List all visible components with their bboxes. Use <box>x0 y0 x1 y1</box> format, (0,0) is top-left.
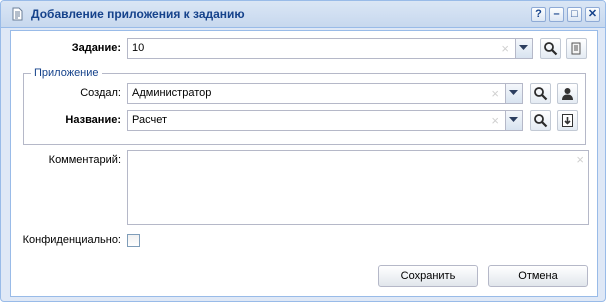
form-panel: Задание: 10 × Приложение Создал: Админис… <box>10 30 598 297</box>
search-icon <box>534 87 548 101</box>
save-button[interactable]: Сохранить <box>378 265 478 287</box>
author-combobox[interactable]: Администратор × <box>127 83 523 104</box>
author-search-button[interactable] <box>530 83 551 104</box>
attachment-legend: Приложение <box>31 67 102 79</box>
help-button[interactable]: ? <box>531 7 546 22</box>
author-clear-icon[interactable]: × <box>491 85 499 102</box>
author-label: Создал: <box>80 87 121 99</box>
search-icon <box>534 114 548 128</box>
name-search-button[interactable] <box>530 110 551 131</box>
close-button[interactable]: ✕ <box>585 7 600 22</box>
cancel-button[interactable]: Отмена <box>488 265 588 287</box>
task-clear-icon[interactable]: × <box>501 40 509 57</box>
name-combobox[interactable]: Расчет × <box>127 110 523 131</box>
confidential-label: Конфиденциально: <box>22 234 121 246</box>
task-value: 10 <box>132 42 145 54</box>
dropdown-arrow-icon <box>509 90 518 95</box>
document-icon <box>10 7 24 21</box>
author-dropdown-trigger[interactable] <box>505 84 522 103</box>
name-value: Расчет <box>132 114 167 126</box>
task-search-button[interactable] <box>540 38 561 59</box>
notes-icon <box>571 42 581 55</box>
task-combobox[interactable]: 10 × <box>127 38 533 59</box>
confidential-checkbox[interactable] <box>127 234 140 247</box>
comment-clear-icon[interactable]: × <box>576 152 584 167</box>
task-dropdown-trigger[interactable] <box>515 39 532 58</box>
author-user-button[interactable] <box>557 83 578 104</box>
name-download-button[interactable] <box>557 110 578 131</box>
author-value: Администратор <box>132 87 212 99</box>
search-icon <box>544 42 558 56</box>
dropdown-arrow-icon <box>519 45 528 50</box>
dialog-window: Добавление приложения к заданию ? – □ ✕ … <box>0 0 606 302</box>
download-icon <box>562 114 573 127</box>
name-clear-icon[interactable]: × <box>491 112 499 129</box>
maximize-button[interactable]: □ <box>567 7 582 22</box>
comment-label: Комментарий: <box>48 154 121 166</box>
name-dropdown-trigger[interactable] <box>505 111 522 130</box>
window-title: Добавление приложения к заданию <box>31 7 245 21</box>
task-notes-button[interactable] <box>566 38 587 59</box>
title-bar[interactable]: Добавление приложения к заданию ? – □ ✕ <box>1 1 605 28</box>
minimize-button[interactable]: – <box>549 7 564 22</box>
comment-textarea[interactable]: × <box>127 150 589 225</box>
task-label: Задание: <box>71 42 121 54</box>
name-label: Название: <box>65 114 121 126</box>
dropdown-arrow-icon <box>509 117 518 122</box>
user-icon <box>562 88 573 100</box>
